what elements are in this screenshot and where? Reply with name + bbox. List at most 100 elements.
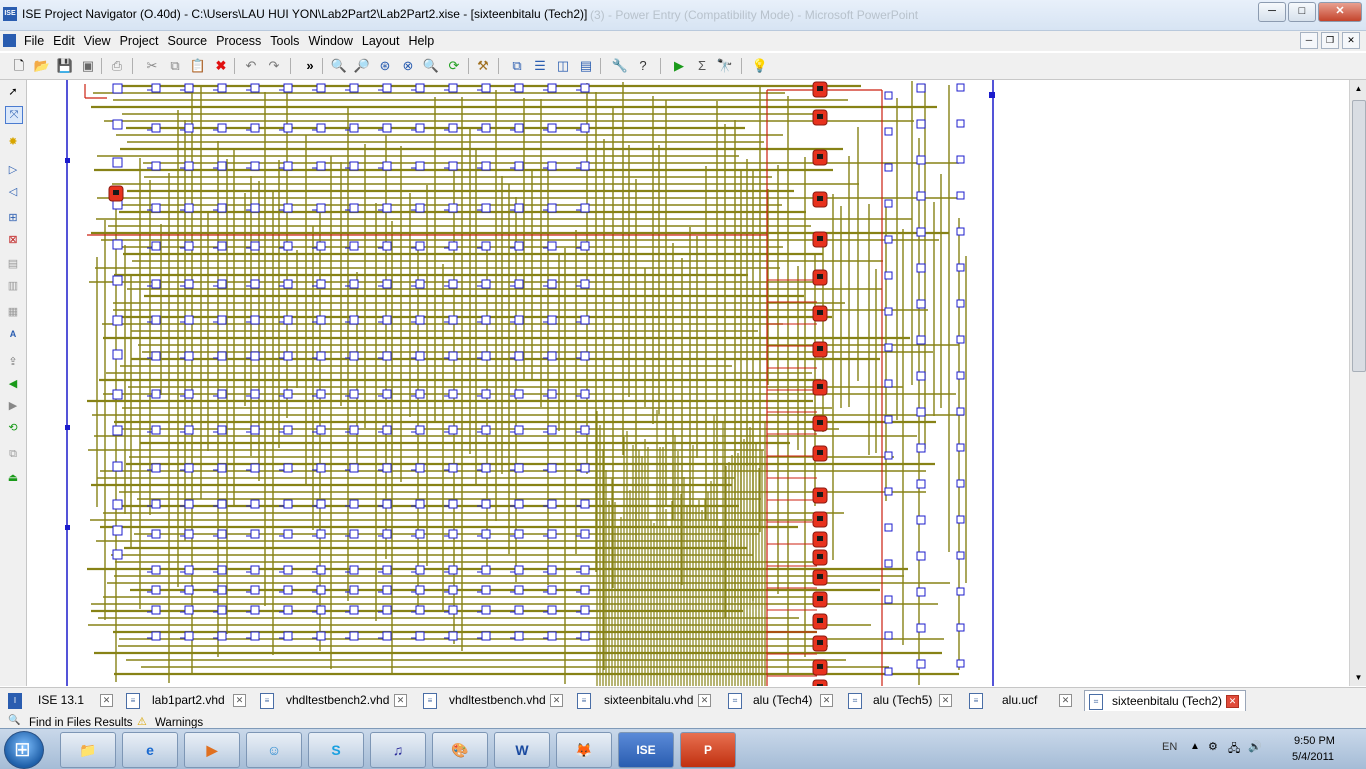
- copy-view-icon[interactable]: ⧉: [5, 446, 21, 462]
- zoom-fit-icon[interactable]: ⊗: [399, 57, 417, 75]
- clock-date[interactable]: 5/4/2011: [1292, 751, 1334, 763]
- pin-icon[interactable]: ⇪: [5, 354, 21, 370]
- skype-taskbar-icon[interactable]: S: [308, 732, 364, 768]
- remove-instance-icon[interactable]: ⊠: [5, 232, 21, 248]
- close-button[interactable]: ✕: [1318, 2, 1362, 22]
- tab-vhdltestbench2[interactable]: ≡ vhdltestbench2.vhd ✕: [260, 690, 414, 710]
- tab-vhdltestbench[interactable]: ≡ vhdltestbench.vhd ✕: [423, 690, 568, 710]
- telescope-icon[interactable]: 🔭: [716, 57, 734, 75]
- history-icon[interactable]: ⟲: [5, 420, 21, 436]
- show-block-icon[interactable]: ▤: [5, 256, 21, 272]
- tab-alu-tech4[interactable]: ⌗ alu (Tech4) ✕: [728, 690, 838, 710]
- hammer-icon[interactable]: ⚒: [474, 57, 492, 75]
- doc-close-button[interactable]: ✕: [1342, 32, 1360, 49]
- powerpoint-taskbar-icon[interactable]: P: [680, 732, 736, 768]
- ise-app-icon[interactable]: ISE: [3, 7, 17, 21]
- toolbar-more[interactable]: »: [301, 57, 319, 75]
- scroll-up-icon[interactable]: ▲: [1353, 83, 1364, 94]
- properties-icon[interactable]: ▦: [5, 304, 21, 320]
- go-back-icon[interactable]: ◀: [5, 376, 21, 392]
- hide-block-icon[interactable]: ▥: [5, 278, 21, 294]
- scroll-down-icon[interactable]: ▼: [1353, 672, 1364, 683]
- save-icon[interactable]: 💾: [56, 57, 74, 75]
- print-icon[interactable]: ⎙: [108, 57, 126, 75]
- new-file-icon[interactable]: 🗋: [10, 57, 28, 75]
- close-icon[interactable]: ✕: [550, 694, 563, 707]
- close-icon[interactable]: ✕: [1226, 695, 1239, 708]
- tile-horizontal-icon[interactable]: ☰: [531, 57, 549, 75]
- close-icon[interactable]: ✕: [698, 694, 711, 707]
- lightbulb-icon[interactable]: 💡: [751, 57, 769, 75]
- tab-alu-tech5[interactable]: ⌗ alu (Tech5) ✕: [848, 690, 958, 710]
- menu-tools[interactable]: Tools: [270, 33, 308, 48]
- maximize-button[interactable]: □: [1288, 2, 1316, 22]
- open-folder-icon[interactable]: 📂: [33, 57, 51, 75]
- export-icon[interactable]: ⏏: [5, 470, 21, 486]
- select-arrow-icon[interactable]: ➚: [5, 84, 21, 100]
- internet-explorer-taskbar-icon[interactable]: e: [122, 732, 178, 768]
- volume-icon[interactable]: 🔊: [1248, 740, 1262, 753]
- tab-sixteenbitalu-tech2[interactable]: ⌗ sixteenbitalu (Tech2) ✕: [1084, 690, 1246, 711]
- zoom-in-icon[interactable]: 🔍: [330, 57, 348, 75]
- device-icon[interactable]: ⚙: [1208, 740, 1218, 753]
- menu-file[interactable]: File: [24, 33, 53, 48]
- menu-project[interactable]: Project: [120, 33, 168, 48]
- doc-minimize-button[interactable]: ─: [1300, 32, 1318, 49]
- word-taskbar-icon[interactable]: W: [494, 732, 550, 768]
- firefox-taskbar-icon[interactable]: 🦊: [556, 732, 612, 768]
- zoom-full-icon[interactable]: ⊛: [376, 57, 394, 75]
- messenger-taskbar-icon[interactable]: ☺: [246, 732, 302, 768]
- zoom-selected-icon[interactable]: 🔍: [422, 57, 440, 75]
- refresh-icon[interactable]: ⟳: [445, 57, 463, 75]
- ise-taskbar-icon[interactable]: ISE: [618, 732, 674, 768]
- scroll-thumb[interactable]: [1352, 100, 1366, 372]
- document-system-icon[interactable]: [3, 34, 16, 47]
- vertical-scrollbar[interactable]: ▲ ▼: [1349, 80, 1366, 686]
- delete-icon[interactable]: ✖: [212, 57, 230, 75]
- save-all-icon[interactable]: ▣: [79, 57, 97, 75]
- zoom-out-icon[interactable]: 🔎: [353, 57, 371, 75]
- close-icon[interactable]: ✕: [820, 694, 833, 707]
- tab-alu-ucf[interactable]: ≡ alu.ucf ✕: [969, 690, 1079, 710]
- window-layout-icon[interactable]: ▤: [577, 57, 595, 75]
- help-cursor-icon[interactable]: ?: [634, 57, 652, 75]
- close-icon[interactable]: ✕: [233, 694, 246, 707]
- doc-restore-button[interactable]: ❐: [1321, 32, 1339, 49]
- close-icon[interactable]: ✕: [394, 694, 407, 707]
- schematic-canvas[interactable]: [27, 80, 1349, 686]
- copy-icon[interactable]: ⧉: [166, 57, 184, 75]
- menu-edit[interactable]: Edit: [53, 33, 84, 48]
- menu-view[interactable]: View: [84, 33, 120, 48]
- network-icon[interactable]: 🖧: [1228, 740, 1240, 759]
- tab-lab1part2[interactable]: ≡ lab1part2.vhd ✕: [126, 690, 254, 710]
- itunes-taskbar-icon[interactable]: ♫: [370, 732, 426, 768]
- close-icon[interactable]: ✕: [100, 694, 113, 707]
- language-indicator[interactable]: EN: [1162, 741, 1177, 753]
- expand-icon[interactable]: ✸: [5, 134, 21, 150]
- cut-icon[interactable]: ✂: [143, 57, 161, 75]
- explorer-taskbar-icon[interactable]: 📁: [60, 732, 116, 768]
- back-icon[interactable]: ◁: [5, 184, 21, 200]
- show-hidden-icons-icon[interactable]: ▲: [1190, 741, 1200, 752]
- menu-window[interactable]: Window: [308, 33, 361, 48]
- tile-vertical-icon[interactable]: ◫: [554, 57, 572, 75]
- menu-layout[interactable]: Layout: [362, 33, 409, 48]
- menu-source[interactable]: Source: [167, 33, 216, 48]
- menu-process[interactable]: Process: [216, 33, 270, 48]
- redo-icon[interactable]: ↷: [265, 57, 283, 75]
- menu-help[interactable]: Help: [408, 33, 443, 48]
- net-select-icon[interactable]: ⤧: [5, 106, 23, 124]
- close-icon[interactable]: ✕: [939, 694, 952, 707]
- start-button[interactable]: [4, 731, 44, 769]
- add-instance-icon[interactable]: ⊞: [5, 210, 21, 226]
- run-icon[interactable]: ▶: [670, 57, 688, 75]
- paste-icon[interactable]: 📋: [189, 57, 207, 75]
- tab-ise-13-1[interactable]: I ISE 13.1 ✕: [8, 690, 120, 710]
- undo-icon[interactable]: ↶: [242, 57, 260, 75]
- tab-sixteenbitalu-vhd[interactable]: ≡ sixteenbitalu.vhd ✕: [577, 690, 717, 710]
- go-forward-icon[interactable]: ▶: [5, 398, 21, 414]
- forward-icon[interactable]: ▷: [5, 162, 21, 178]
- close-icon[interactable]: ✕: [1059, 694, 1072, 707]
- wrench-icon[interactable]: 🔧: [611, 57, 629, 75]
- text-label-icon[interactable]: A: [5, 326, 21, 342]
